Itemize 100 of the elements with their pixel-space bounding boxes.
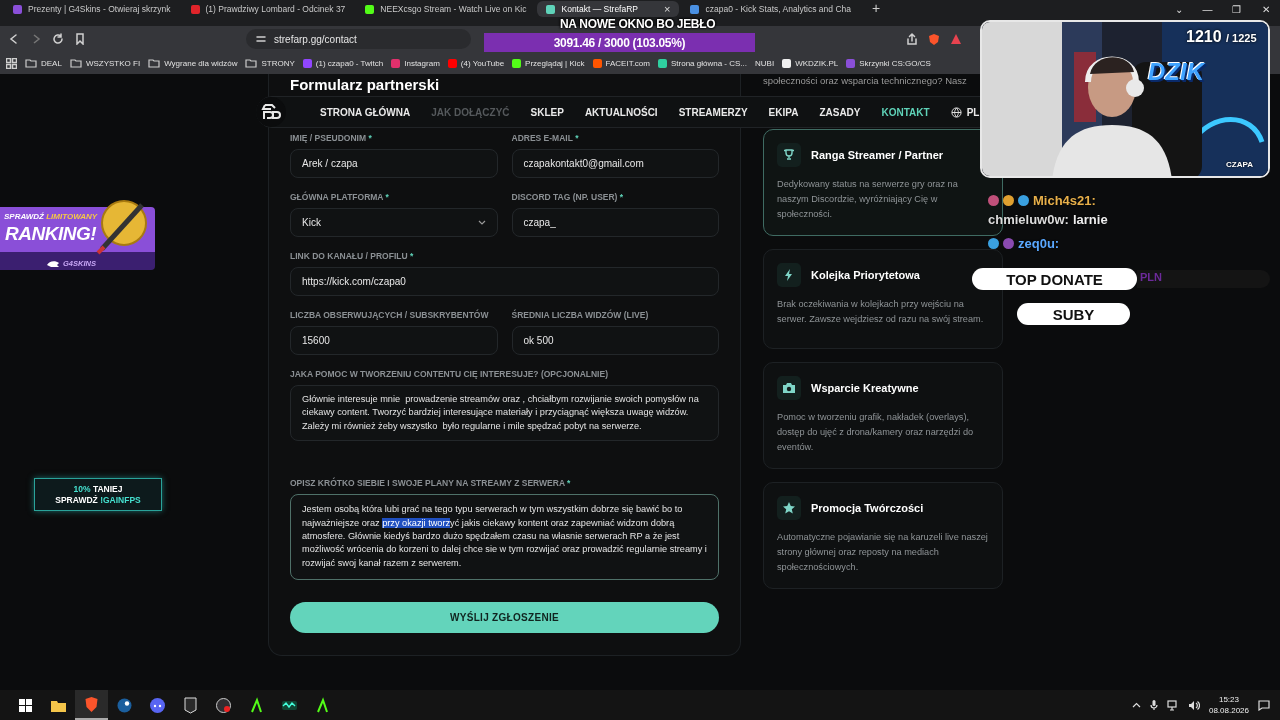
- perk-title: Kolejka Priorytetowa: [811, 269, 920, 281]
- reload-icon[interactable]: [52, 33, 64, 45]
- volume-icon[interactable]: [1187, 699, 1200, 711]
- perk-description: Pomoc w tworzeniu grafik, nakładek (overlays), dostęp do ujęć z drona/kamery oraz narzędzi do eventów.: [777, 411, 975, 454]
- platform-select[interactable]: Kick: [290, 208, 498, 237]
- bookmark-item[interactable]: DEAL: [25, 58, 62, 68]
- folder-icon: [245, 58, 258, 68]
- perk-title: Wsparcie Kreatywne: [811, 382, 919, 394]
- triangle-icon[interactable]: [950, 33, 962, 45]
- chat-message: chmieluw0w: larnie: [988, 212, 1108, 227]
- language-switch[interactable]: PL: [950, 106, 980, 118]
- shield-icon[interactable]: [928, 32, 940, 46]
- follower-count: 1210: [1186, 28, 1222, 46]
- clock[interactable]: 15:23 08.08.2026: [1208, 694, 1249, 716]
- top-donate-label: TOP DONATE: [972, 268, 1137, 290]
- input-field[interactable]: ok 500: [511, 326, 719, 355]
- promo-text: 10% TANIEJ: [73, 483, 123, 495]
- browser-tab[interactable]: (1) Prawdziwy Lombard - Odcinek 37: [181, 1, 355, 17]
- back-icon[interactable]: [8, 33, 20, 45]
- chat-message: zeq0u:: [988, 236, 1060, 251]
- window-control[interactable]: ❐: [1222, 0, 1251, 18]
- browser-tab[interactable]: czapa0 - Kick Stats, Analytics and Cha: [681, 1, 860, 17]
- bookmark-item[interactable]: WKDZIK.PL: [782, 58, 839, 68]
- perk-title: Ranga Streamer / Partner: [811, 149, 944, 161]
- globe-icon: [950, 106, 962, 118]
- input-field[interactable]: 15600: [290, 326, 498, 355]
- bolt-icon: [777, 263, 801, 287]
- folder-icon: [148, 58, 161, 68]
- microphone-icon[interactable]: [1149, 699, 1158, 711]
- browser-tab[interactable]: Kontakt — StrefaRP ×: [537, 1, 680, 17]
- bookmark-item[interactable]: STRONY: [245, 58, 295, 68]
- follower-goal: / 1225: [1226, 32, 1257, 44]
- promo-text: SPRAWDŹ !GAINFPS: [55, 494, 141, 506]
- folder-icon: [69, 58, 82, 68]
- window-control[interactable]: ⌄: [1164, 0, 1193, 18]
- banner-headline: RANKING!: [5, 223, 96, 245]
- camera-icon: [777, 376, 801, 400]
- apps-grid-icon[interactable]: [6, 57, 17, 69]
- perk-description: Automatyczne pojawianie się na karuzeli live naszej strony głównej oraz reposty na mediach społecznościowych.: [777, 531, 989, 574]
- input-field[interactable]: czapakontakt0@gmail.com: [511, 149, 719, 178]
- nav-link[interactable]: STRONA GŁÓWNA: [320, 106, 411, 118]
- nav-link[interactable]: ZASADY: [819, 106, 861, 118]
- field-label: OPISZ KRÓTKO SIEBIE I SWOJE PLANY NA STREAMY Z SERWERA *: [290, 477, 572, 490]
- bookmark-item[interactable]: (1) czapa0 - Twitch: [302, 58, 384, 68]
- bookmark-item[interactable]: Przeglądaj | Kick: [512, 58, 585, 68]
- bookmark-item[interactable]: FACEIT.com: [592, 58, 650, 68]
- site-logo[interactable]: [256, 97, 286, 127]
- field-label: LICZBA OBSERWUJĄCYCH / SUBSKRYBENTÓW: [290, 309, 490, 321]
- bookmark-item[interactable]: Wygrane dla widzów: [148, 58, 238, 68]
- bookmark-item[interactable]: WSZYSTKO FI: [69, 58, 141, 68]
- nav-link[interactable]: SKLEP: [530, 106, 564, 118]
- chat-message: Mich4s21:: [988, 193, 1096, 208]
- channel-logo: DZIK: [1148, 58, 1204, 86]
- field-label: GŁÓWNA PLATFORMA *: [290, 191, 390, 203]
- banner-tagline: SPRAWDŹ LIMITOWANY: [4, 212, 98, 221]
- window-control[interactable]: ✕: [1251, 0, 1280, 18]
- trophy-icon: [777, 143, 801, 167]
- bookmark-item[interactable]: (4) YouTube: [447, 58, 505, 68]
- input-field[interactable]: https://kick.com/czapa0: [290, 267, 719, 296]
- field-label: ADRES E-MAIL *: [511, 132, 580, 144]
- perk-description: Dedykowany status na serwerze gry oraz na naszym Discordzie, wyróżniający Cię w społeczności.: [777, 178, 959, 221]
- perk-description: Brak oczekiwania w kolejkach przy wejściu na serwer. Zawsze wejdziesz od razu na swój stream.: [777, 298, 985, 326]
- field-label: LINK DO KANAŁU / PROFILU *: [290, 250, 415, 262]
- bookmark-item[interactable]: NUBI: [755, 58, 775, 68]
- notification-icon[interactable]: [1258, 699, 1270, 711]
- close-tab-button[interactable]: ×: [654, 3, 671, 15]
- chevron-down-icon: [477, 220, 486, 225]
- new-tab-button[interactable]: +: [862, 0, 891, 16]
- perk-title: Promocja Twórczości: [811, 502, 924, 514]
- intro-text: społeczności oraz wsparcia technicznego? Nasz: [763, 75, 968, 87]
- submit-button[interactable]: WYŚLIJ ZGŁOSZENIE: [290, 602, 719, 634]
- nav-link[interactable]: EKIPA: [768, 106, 799, 118]
- folder-icon: [25, 58, 37, 68]
- bookmark-icon[interactable]: [74, 33, 86, 45]
- webcam-label: CZAPA: [1226, 160, 1253, 169]
- field-label: ŚREDNIA LICZBA WIDZÓW (LIVE): [511, 309, 650, 321]
- input-field[interactable]: Arek / czapa: [290, 149, 498, 178]
- window-control[interactable]: —: [1193, 0, 1222, 18]
- form-title: Formularz partnerski: [290, 76, 441, 94]
- nav-link[interactable]: AKTUALNOŚCI: [584, 106, 658, 118]
- nav-link[interactable]: KONTAKT: [881, 106, 930, 118]
- share-icon[interactable]: [906, 33, 918, 45]
- app-icon[interactable]: [75, 690, 108, 720]
- input-field[interactable]: czapa_: [511, 208, 719, 237]
- bookmark-item[interactable]: Strona główna - CS...: [658, 58, 748, 68]
- nav-link[interactable]: STREAMERZY: [678, 106, 748, 118]
- bookmark-item[interactable]: Instagram: [391, 58, 440, 68]
- browser-tab[interactable]: NEEXcsgo Stream - Watch Live on Kic: [356, 1, 536, 17]
- bookmark-item[interactable]: Skrzynki CS:GO/CS: [846, 58, 931, 68]
- field-label: DISCORD TAG (NP. USER) *: [511, 191, 625, 203]
- browser-tab[interactable]: Prezenty | G4Skins - Otwieraj skrzynk: [4, 1, 180, 17]
- network-icon[interactable]: [1166, 699, 1179, 711]
- subs-label: SUBY: [1017, 303, 1130, 325]
- goal-reading: 3091.46 / 3000 (103.05%): [553, 35, 686, 50]
- text-area[interactable]: Głównie interesuje mnie prowadzenie streamów oraz , chciałbym rozwijanie swoich pomysłów na ciekawy content. Tworzyć bardziej interesujące materiały i przyciągnąć większa uwagę widzów. Zależy mi również żeby wszystko było regularne i mile spędzać pobyt na serwerze.: [290, 385, 719, 442]
- site-settings-icon: [256, 34, 266, 44]
- field-label: IMIĘ / PSEUDONIM *: [290, 132, 373, 144]
- chevron-up-icon[interactable]: [1131, 702, 1141, 708]
- address-field[interactable]: strefarp.gg/contact: [246, 29, 471, 49]
- headline-text: NA NOWE OKNO BO JEBŁO: [560, 17, 716, 31]
